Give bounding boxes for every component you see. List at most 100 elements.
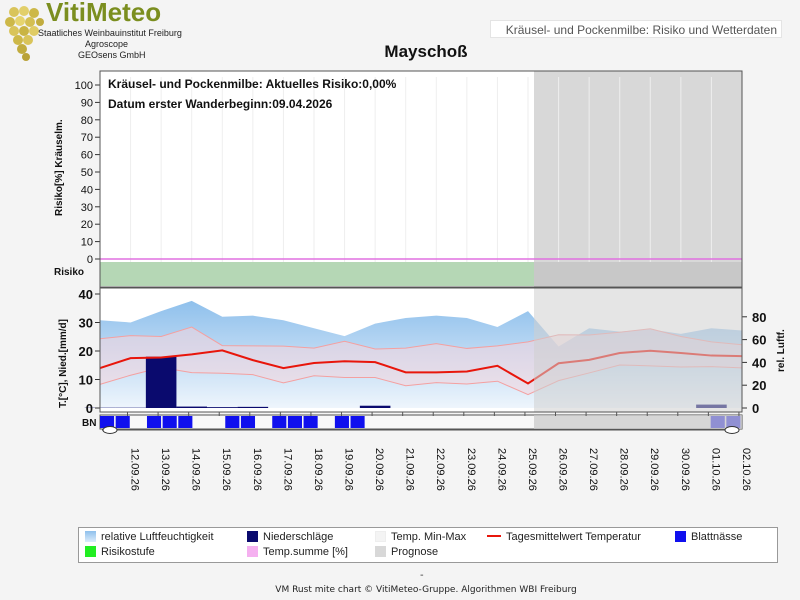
footer-dash: - [420, 570, 424, 581]
legend-forecast-label: Prognose [391, 546, 439, 558]
legend-temp-mean: Tagesmittelwert Temperatur [487, 530, 641, 544]
x-tick-label: 17.09.26 [281, 448, 293, 491]
bottom-left-tick-label: 10 [79, 373, 93, 388]
x-tick-label: 18.09.26 [312, 448, 324, 491]
x-tick-label: 19.09.26 [343, 448, 355, 491]
leaf-wetness-bar [303, 416, 318, 428]
bottom-left-y-axis-label: T.[°C], Nied.[mm/d] [58, 319, 69, 408]
x-tick-label: 12.09.26 [129, 448, 141, 491]
bottom-right-tick-label: 80 [752, 310, 766, 325]
legend-precip-label: Niederschläge [263, 531, 334, 543]
top-y-tick-label: 60 [81, 150, 93, 162]
bottom-left-tick-label: 0 [86, 401, 93, 416]
top-y-axis-label: Risiko[%] Kräuselm. [54, 119, 65, 216]
legend-humidity-swatch [85, 531, 96, 542]
x-tick-label: 14.09.26 [190, 448, 202, 491]
x-tick-label: 26.09.26 [557, 448, 569, 491]
leaf-wetness-bar [240, 416, 256, 428]
risk-text: Kräusel- und Pockenmilbe: Aktuelles Risi… [108, 77, 397, 91]
leaf-wetness-bar [162, 416, 177, 428]
legend-leaf-wetness-swatch [675, 531, 686, 542]
footer-credits: VM Rust mite chart © VitiMeteo-Gruppe. A… [275, 585, 577, 595]
leaf-wetness-bar [334, 416, 349, 428]
top-y-tick-label: 20 [81, 219, 93, 231]
x-tick-label: 28.09.26 [618, 448, 630, 491]
bottom-right-tick-label: 0 [752, 401, 759, 416]
legend-humidity-label: relative Luftfeuchtigkeit [101, 531, 214, 543]
precip-bar [176, 406, 207, 408]
bottom-right-tick-label: 60 [752, 333, 766, 348]
top-y-ticks: 1009080706050403020100 [75, 80, 100, 266]
chart-canvas: 1009080706050403020100 Kräusel- und Pock… [54, 70, 787, 491]
legend-forecast-swatch [375, 546, 386, 557]
legend-risk-level: Risikostufe [85, 545, 155, 559]
x-tick-label: 22.09.26 [434, 448, 446, 491]
legend-temp-mean-swatch [487, 535, 501, 537]
leaf-wetness-bar [350, 416, 365, 428]
legend-precip: Niederschläge [247, 530, 333, 544]
legend-minmax-label: Temp. Min-Max [391, 531, 467, 543]
leaf-wetness-bar [287, 416, 302, 428]
legend-humidity: relative Luftfeuchtigkeit [85, 530, 214, 544]
top-forecast-area [534, 71, 742, 287]
leaf-wetness-bar [225, 416, 240, 428]
legend-temp-sum-label: Temp.summe [%] [263, 546, 348, 558]
legend-temp-sum-swatch [247, 546, 258, 557]
legend-leaf-wetness-label: Blattnässe [691, 531, 743, 543]
leaf-wetness-bar [178, 416, 193, 428]
x-tick-label: 02.10.26 [740, 448, 752, 491]
x-tick-label: 13.09.26 [159, 448, 171, 491]
bottom-forecast-area [534, 288, 742, 412]
precip-bar [207, 407, 238, 408]
x-tick-label: 29.09.26 [648, 448, 660, 491]
scroll-handle-right[interactable] [724, 426, 740, 434]
x-tick-label: 24.09.26 [495, 448, 507, 491]
top-y-tick-label: 50 [81, 167, 93, 179]
top-y-tick-label: 100 [75, 80, 93, 92]
x-tick-label: 30.09.26 [679, 448, 691, 491]
bottom-left-tick-label: 30 [79, 316, 93, 331]
legend-precip-swatch [247, 531, 258, 542]
x-tick-label: 21.09.26 [404, 448, 416, 491]
x-tick-label: 25.09.26 [526, 448, 538, 491]
bn-label: BN [82, 418, 96, 429]
top-y-tick-label: 90 [81, 97, 93, 109]
legend-minmax: Temp. Min-Max [375, 530, 466, 544]
top-y-tick-label: 40 [81, 184, 93, 196]
date-text: Datum erster Wanderbeginn:09.04.2026 [108, 97, 333, 111]
leaf-wetness-bar [146, 416, 162, 428]
legend-leaf-wetness: Blattnässe [675, 530, 742, 544]
bottom-left-tick-label: 40 [79, 287, 93, 302]
leaf-wetness-bar [272, 416, 287, 428]
legend-risk-level-swatch [85, 546, 96, 557]
legend-forecast: Prognose [375, 545, 438, 559]
bottom-right-tick-label: 20 [752, 378, 766, 393]
risk-row-label: Risiko [54, 267, 84, 278]
precip-bar [145, 356, 177, 408]
x-tick-label: 23.09.26 [465, 448, 477, 491]
leaf-wetness-bar [115, 416, 130, 428]
bottom-left-y-ticks: 40 30 20 10 0 [79, 287, 100, 416]
bottom-right-tick-label: 40 [752, 355, 766, 370]
top-y-tick-label: 0 [87, 254, 93, 266]
legend-minmax-swatch [375, 531, 386, 542]
precip-bar [237, 406, 269, 408]
x-tick-label: 27.09.26 [587, 448, 599, 491]
x-tick-label: 15.09.26 [220, 448, 232, 491]
bottom-right-y-axis-label: rel. Luftf. [776, 329, 787, 372]
bn-forecast-area [534, 415, 742, 429]
x-tick-label: 16.09.26 [251, 448, 263, 491]
bottom-left-tick-label: 20 [79, 344, 93, 359]
top-y-tick-label: 70 [81, 132, 93, 144]
top-y-tick-label: 80 [81, 115, 93, 127]
scroll-handle-left[interactable] [102, 426, 118, 434]
legend-risk-level-label: Risikostufe [101, 546, 155, 558]
top-y-tick-label: 10 [81, 237, 93, 249]
risk-level-band [100, 262, 534, 286]
risk-forecast-band [534, 262, 742, 286]
bottom-right-y-ticks: 80 60 40 20 0 [742, 310, 766, 416]
x-tick-label: 01.10.26 [709, 448, 721, 491]
chart-legend: relative Luftfeuchtigkeit Niederschläge … [78, 527, 778, 563]
precip-bar [359, 405, 391, 408]
legend-temp-mean-label: Tagesmittelwert Temperatur [506, 531, 641, 543]
